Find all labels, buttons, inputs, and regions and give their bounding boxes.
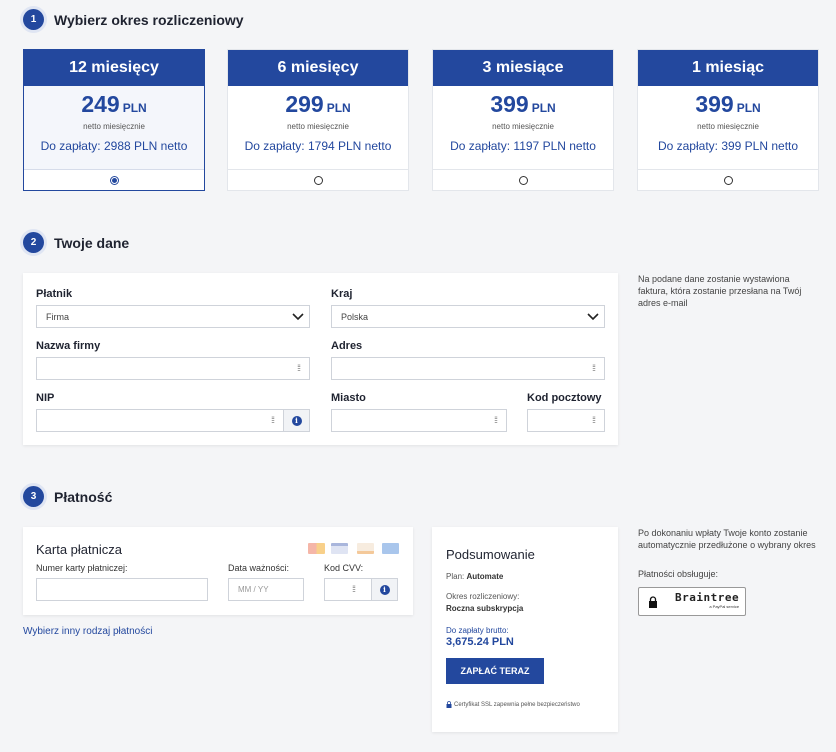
renewal-note: Po dokonaniu wpłaty Twoje konto zostanie… bbox=[638, 528, 816, 550]
step-title: Płatność bbox=[54, 488, 113, 505]
plan-total: Do zapłaty: 1794 PLN netto bbox=[244, 139, 392, 153]
discover-icon bbox=[357, 543, 374, 554]
summary-card: Podsumowanie Plan: Automate Okres rozlic… bbox=[432, 527, 618, 732]
ssl-note: Certyfikat SSL zapewnia pełne bezpieczeń… bbox=[446, 701, 580, 708]
visa-icon bbox=[331, 543, 348, 554]
card-payment-form: Karta płatnicza Numer karty płatniczej: … bbox=[23, 527, 413, 615]
plan-title: 6 miesięcy bbox=[228, 50, 408, 86]
billing-form-card: Płatnik Firma Kraj Polska Nazwa firmy ⁞⁞… bbox=[23, 273, 618, 445]
step-number: 3 bbox=[23, 486, 44, 507]
plan-card-1[interactable]: 1 miesiąc 399 PLN netto miesięcznie Do za… bbox=[637, 49, 819, 191]
card-number-label: Numer karty płatniczej: bbox=[36, 563, 128, 573]
plan-netto: netto miesięcznie bbox=[697, 122, 759, 131]
plan-card-12[interactable]: 12 miesięcy 249 PLN netto miesięcznie Do … bbox=[23, 49, 205, 191]
info-icon: i bbox=[379, 584, 390, 595]
kod-pocztowy-input[interactable]: ⁞⁞ bbox=[527, 409, 605, 432]
platnik-select[interactable]: Firma bbox=[36, 305, 310, 328]
cvv-label: Kod CVV: bbox=[324, 563, 364, 573]
plan-total: Do zapłaty: 399 PLN netto bbox=[657, 139, 799, 153]
platnik-value: Firma bbox=[46, 311, 69, 322]
nazwa-firmy-input[interactable]: ⁞⁞ bbox=[36, 357, 310, 380]
step-number: 1 bbox=[23, 9, 44, 30]
nip-input[interactable]: ⁞⁞ bbox=[36, 409, 284, 432]
step-2-header: 2 Twoje dane bbox=[23, 232, 129, 253]
password-manager-icon[interactable]: ⁞⁞ bbox=[592, 415, 596, 425]
password-manager-icon[interactable]: ⁞⁞ bbox=[352, 584, 356, 594]
nip-info-button[interactable]: i bbox=[283, 409, 310, 432]
braintree-name: Braintree bbox=[675, 590, 740, 604]
plan-netto: netto miesięcznie bbox=[287, 122, 349, 131]
plan-card-6[interactable]: 6 miesięcy 299 PLN netto miesięcznie Do z… bbox=[227, 49, 409, 191]
summary-due-label: Do zapłaty brutto: bbox=[446, 626, 509, 635]
step-number: 2 bbox=[23, 232, 44, 253]
step-3-header: 3 Płatność bbox=[23, 486, 112, 507]
pay-now-button[interactable]: ZAPŁAĆ TERAZ bbox=[446, 658, 544, 684]
nip-label: NIP bbox=[36, 392, 55, 404]
expiry-input[interactable]: MM / YY bbox=[228, 578, 304, 601]
braintree-logo: Braintree a PayPal service bbox=[638, 587, 746, 616]
mastercard-icon bbox=[308, 543, 325, 554]
plan-card-3[interactable]: 3 miesiące 399 PLN netto miesięcznie Do z… bbox=[432, 49, 614, 191]
card-title: Karta płatnicza bbox=[36, 542, 122, 557]
plan-total: Do zapłaty: 1197 PLN netto bbox=[450, 139, 596, 153]
summary-due-value: 3,675.24 PLN bbox=[446, 636, 514, 648]
amex-icon bbox=[382, 543, 399, 554]
step-title: Wybierz okres rozliczeniowy bbox=[54, 11, 244, 28]
plan-price: 249 PLN bbox=[81, 91, 147, 117]
plan-price: 399 PLN bbox=[490, 91, 556, 117]
password-manager-icon[interactable]: ⁞⁞ bbox=[297, 363, 301, 373]
miasto-input[interactable]: ⁞⁞ bbox=[331, 409, 507, 432]
summary-period-value: Roczna subskrypcja bbox=[446, 604, 524, 613]
plan-netto: netto miesięcznie bbox=[492, 122, 554, 131]
step-1-header: 1 Wybierz okres rozliczeniowy bbox=[23, 9, 244, 30]
nazwa-label: Nazwa firmy bbox=[36, 340, 101, 352]
summary-plan: Plan: Automate bbox=[446, 572, 504, 581]
invoice-note: Na podane dane zostanie wystawiona faktu… bbox=[638, 274, 802, 308]
chevron-down-icon bbox=[587, 313, 599, 321]
lock-icon bbox=[649, 595, 657, 608]
platnik-label: Płatnik bbox=[36, 288, 73, 300]
miasto-label: Miasto bbox=[331, 392, 366, 404]
plan-radio[interactable] bbox=[313, 176, 323, 185]
kraj-label: Kraj bbox=[331, 288, 353, 300]
summary-period-label: Okres rozliczeniowy: bbox=[446, 592, 520, 601]
adres-input[interactable]: ⁞⁞ bbox=[331, 357, 605, 380]
adres-label: Adres bbox=[331, 340, 363, 352]
plan-title: 12 miesięcy bbox=[24, 50, 204, 86]
card-number-input[interactable] bbox=[36, 578, 208, 601]
expiry-placeholder: MM / YY bbox=[238, 585, 269, 594]
lock-icon bbox=[446, 701, 452, 708]
plan-price: 299 PLN bbox=[285, 91, 351, 117]
plan-radio[interactable] bbox=[109, 176, 119, 185]
summary-title: Podsumowanie bbox=[446, 547, 535, 562]
chevron-down-icon bbox=[292, 313, 304, 321]
password-manager-icon[interactable]: ⁞⁞ bbox=[494, 415, 498, 425]
cvv-input[interactable]: ⁞⁞ bbox=[324, 578, 372, 601]
payments-label: Płatności obsługuje: bbox=[638, 569, 719, 579]
plan-title: 1 miesiąc bbox=[638, 50, 818, 86]
expiry-label: Data ważności: bbox=[228, 563, 290, 573]
kraj-value: Polska bbox=[341, 311, 369, 322]
kraj-select[interactable]: Polska bbox=[331, 305, 605, 328]
plan-total: Do zapłaty: 2988 PLN netto bbox=[40, 139, 188, 153]
plan-radio[interactable] bbox=[518, 176, 528, 185]
plan-title: 3 miesiące bbox=[433, 50, 613, 86]
step-title: Twoje dane bbox=[54, 234, 130, 251]
plan-price: 399 PLN bbox=[695, 91, 761, 117]
info-icon: i bbox=[291, 415, 302, 426]
password-manager-icon[interactable]: ⁞⁞ bbox=[592, 363, 596, 373]
plan-netto: netto miesięcznie bbox=[83, 122, 145, 131]
kod-label: Kod pocztowy bbox=[527, 392, 602, 404]
cvv-info-button[interactable]: i bbox=[371, 578, 398, 601]
plan-radio[interactable] bbox=[723, 176, 733, 185]
password-manager-icon[interactable]: ⁞⁞ bbox=[271, 415, 275, 425]
other-payment-link[interactable]: Wybierz inny rodzaj płatności bbox=[23, 626, 152, 637]
